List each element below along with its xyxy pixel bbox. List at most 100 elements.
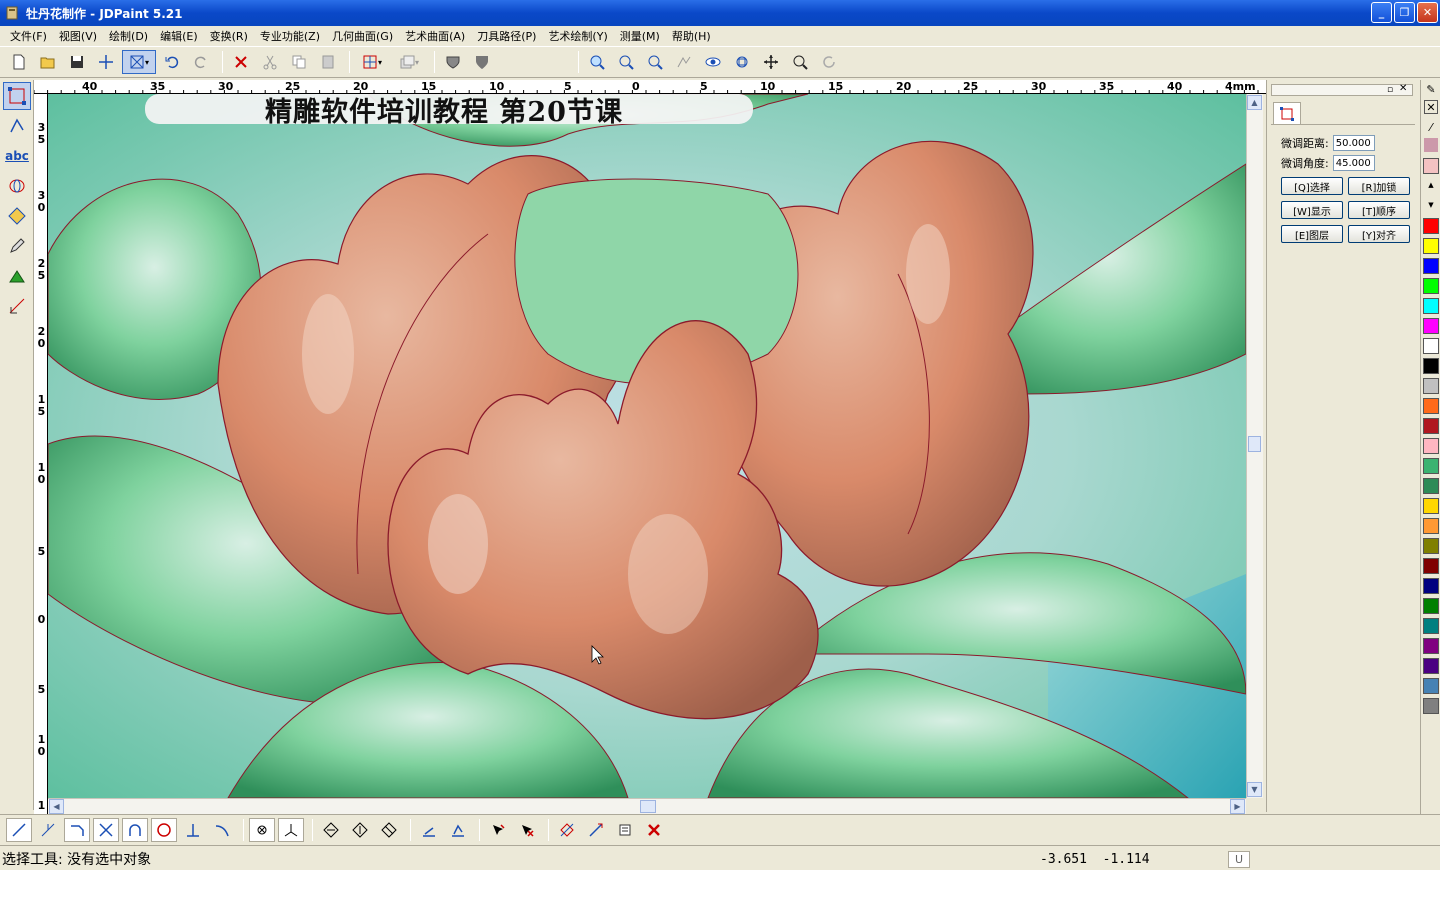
rotate-view-icon[interactable] [816, 50, 842, 74]
scroll-up-arrow[interactable]: ▲ [1247, 95, 1262, 110]
view-eye-icon[interactable] [700, 50, 726, 74]
minimize-button[interactable]: _ [1371, 2, 1392, 23]
select-tab-icon[interactable] [1273, 102, 1301, 124]
color-swatch[interactable] [1423, 218, 1439, 234]
color-swatch[interactable] [1423, 678, 1439, 694]
redo-icon[interactable] [188, 50, 214, 74]
menu-art-surface[interactable]: 艺术曲面(A) [399, 28, 471, 44]
layer-icon[interactable]: ▾ [392, 50, 426, 74]
zoom-all-icon[interactable] [671, 50, 697, 74]
cut-icon[interactable] [257, 50, 283, 74]
snap-grid-icon[interactable]: ▾ [355, 50, 389, 74]
color-swatch[interactable] [1423, 658, 1439, 674]
menu-measure[interactable]: 测量(M) [614, 28, 666, 44]
nudge-angle-input[interactable] [1332, 155, 1375, 171]
maximize-button[interactable]: ❐ [1394, 2, 1415, 23]
arc-tool-icon[interactable] [122, 818, 148, 842]
menu-file[interactable]: 文件(F) [4, 28, 53, 44]
circle-tool-icon[interactable] [151, 818, 177, 842]
menu-edit[interactable]: 编辑(E) [154, 28, 204, 44]
color-swatch[interactable] [1423, 498, 1439, 514]
eyedropper-icon[interactable]: ⁄ [1424, 120, 1438, 134]
intersect-tool-icon[interactable] [93, 818, 119, 842]
color-swatch-pink[interactable] [1423, 158, 1439, 174]
show-button[interactable]: [W]显示 [1281, 201, 1343, 219]
color-swatch[interactable] [1423, 638, 1439, 654]
panel-restore-icon[interactable]: ▫ [1387, 85, 1393, 95]
line-tool-icon[interactable] [6, 818, 32, 842]
cylinder-icon[interactable] [3, 172, 31, 200]
clear-measure-icon[interactable] [641, 818, 667, 842]
select-box-icon[interactable]: ▾ [122, 50, 156, 74]
paste-icon[interactable] [315, 50, 341, 74]
pencil-icon[interactable]: ✎ [1424, 82, 1438, 96]
sculpt-icon[interactable] [3, 262, 31, 290]
text-measure-icon[interactable] [612, 818, 638, 842]
new-file-icon[interactable] [6, 50, 32, 74]
scroll-left-arrow[interactable]: ◀ [49, 799, 64, 814]
zoom-fit-icon[interactable] [729, 50, 755, 74]
vertical-scrollbar[interactable]: ▲ ▼ [1246, 94, 1263, 798]
measure-node-icon[interactable] [554, 818, 580, 842]
fill-pattern-icon[interactable] [1424, 138, 1438, 152]
menu-art-draw[interactable]: 艺术绘制(Y) [542, 28, 613, 44]
panel-close-icon[interactable]: ✕ [1399, 83, 1407, 94]
extend-tool-icon[interactable] [35, 818, 61, 842]
color-swatch[interactable] [1423, 238, 1439, 254]
open-folder-icon[interactable] [35, 50, 61, 74]
node-edit-icon[interactable] [3, 112, 31, 140]
zoom-out-icon[interactable] [642, 50, 668, 74]
color-swatch[interactable] [1423, 698, 1439, 714]
color-swatch[interactable] [1423, 558, 1439, 574]
diamond-tool-a-icon[interactable] [318, 818, 344, 842]
snap-center-icon[interactable] [249, 818, 275, 842]
measure-line-icon[interactable] [583, 818, 609, 842]
drawing-canvas[interactable] [48, 94, 1246, 798]
color-swatch[interactable] [1423, 358, 1439, 374]
shield-icon[interactable] [440, 50, 466, 74]
trim-select-icon[interactable] [485, 818, 511, 842]
color-swatch[interactable] [1423, 618, 1439, 634]
order-button[interactable]: [T]顺序 [1348, 201, 1410, 219]
scroll-down-arrow[interactable]: ▼ [1247, 782, 1262, 797]
zoom-realtime-icon[interactable] [787, 50, 813, 74]
tangent-tool-icon[interactable] [209, 818, 235, 842]
color-swatch[interactable] [1423, 478, 1439, 494]
color-swatch[interactable] [1423, 318, 1439, 334]
palette-scroll-down-icon[interactable]: ▼ [1424, 198, 1438, 212]
delete-icon[interactable] [228, 50, 254, 74]
menu-help[interactable]: 帮助(H) [666, 28, 717, 44]
perpendicular-tool-icon[interactable] [180, 818, 206, 842]
color-swatch[interactable] [1423, 598, 1439, 614]
color-swatch[interactable] [1423, 458, 1439, 474]
align-bottom-icon[interactable] [416, 818, 442, 842]
color-swatch[interactable] [1423, 298, 1439, 314]
menu-transform[interactable]: 变换(R) [204, 28, 254, 44]
diamond-tool-c-icon[interactable] [376, 818, 402, 842]
color-swatch[interactable] [1423, 258, 1439, 274]
color-swatch[interactable] [1423, 578, 1439, 594]
color-swatch[interactable] [1423, 518, 1439, 534]
zoom-window-icon[interactable] [584, 50, 610, 74]
lock-button[interactable]: [R]加锁 [1348, 177, 1410, 195]
crosshair-icon[interactable] [93, 50, 119, 74]
select-tool-icon[interactable] [3, 82, 31, 110]
menu-draw[interactable]: 绘制(D) [103, 28, 154, 44]
vertical-scroll-thumb[interactable] [1248, 436, 1261, 452]
nudge-distance-input[interactable] [1332, 135, 1375, 151]
trim-delete-icon[interactable] [514, 818, 540, 842]
layer-button[interactable]: [E]图层 [1281, 225, 1343, 243]
scroll-right-arrow[interactable]: ▶ [1230, 799, 1245, 814]
horizontal-scrollbar[interactable]: ◀ ▶ [48, 798, 1246, 814]
save-icon[interactable] [64, 50, 90, 74]
menu-toolpath[interactable]: 刀具路径(P) [471, 28, 542, 44]
palette-scroll-up-icon[interactable]: ▲ [1424, 178, 1438, 192]
menu-geometry-surface[interactable]: 几何曲面(G) [326, 28, 399, 44]
align-button[interactable]: [Y]对齐 [1348, 225, 1410, 243]
corner-tool-icon[interactable] [64, 818, 90, 842]
cube-icon[interactable] [3, 202, 31, 230]
pen-icon[interactable] [3, 232, 31, 260]
horizontal-scroll-thumb[interactable] [640, 800, 656, 813]
copy-icon[interactable] [286, 50, 312, 74]
unit-toggle[interactable]: U [1228, 851, 1250, 868]
